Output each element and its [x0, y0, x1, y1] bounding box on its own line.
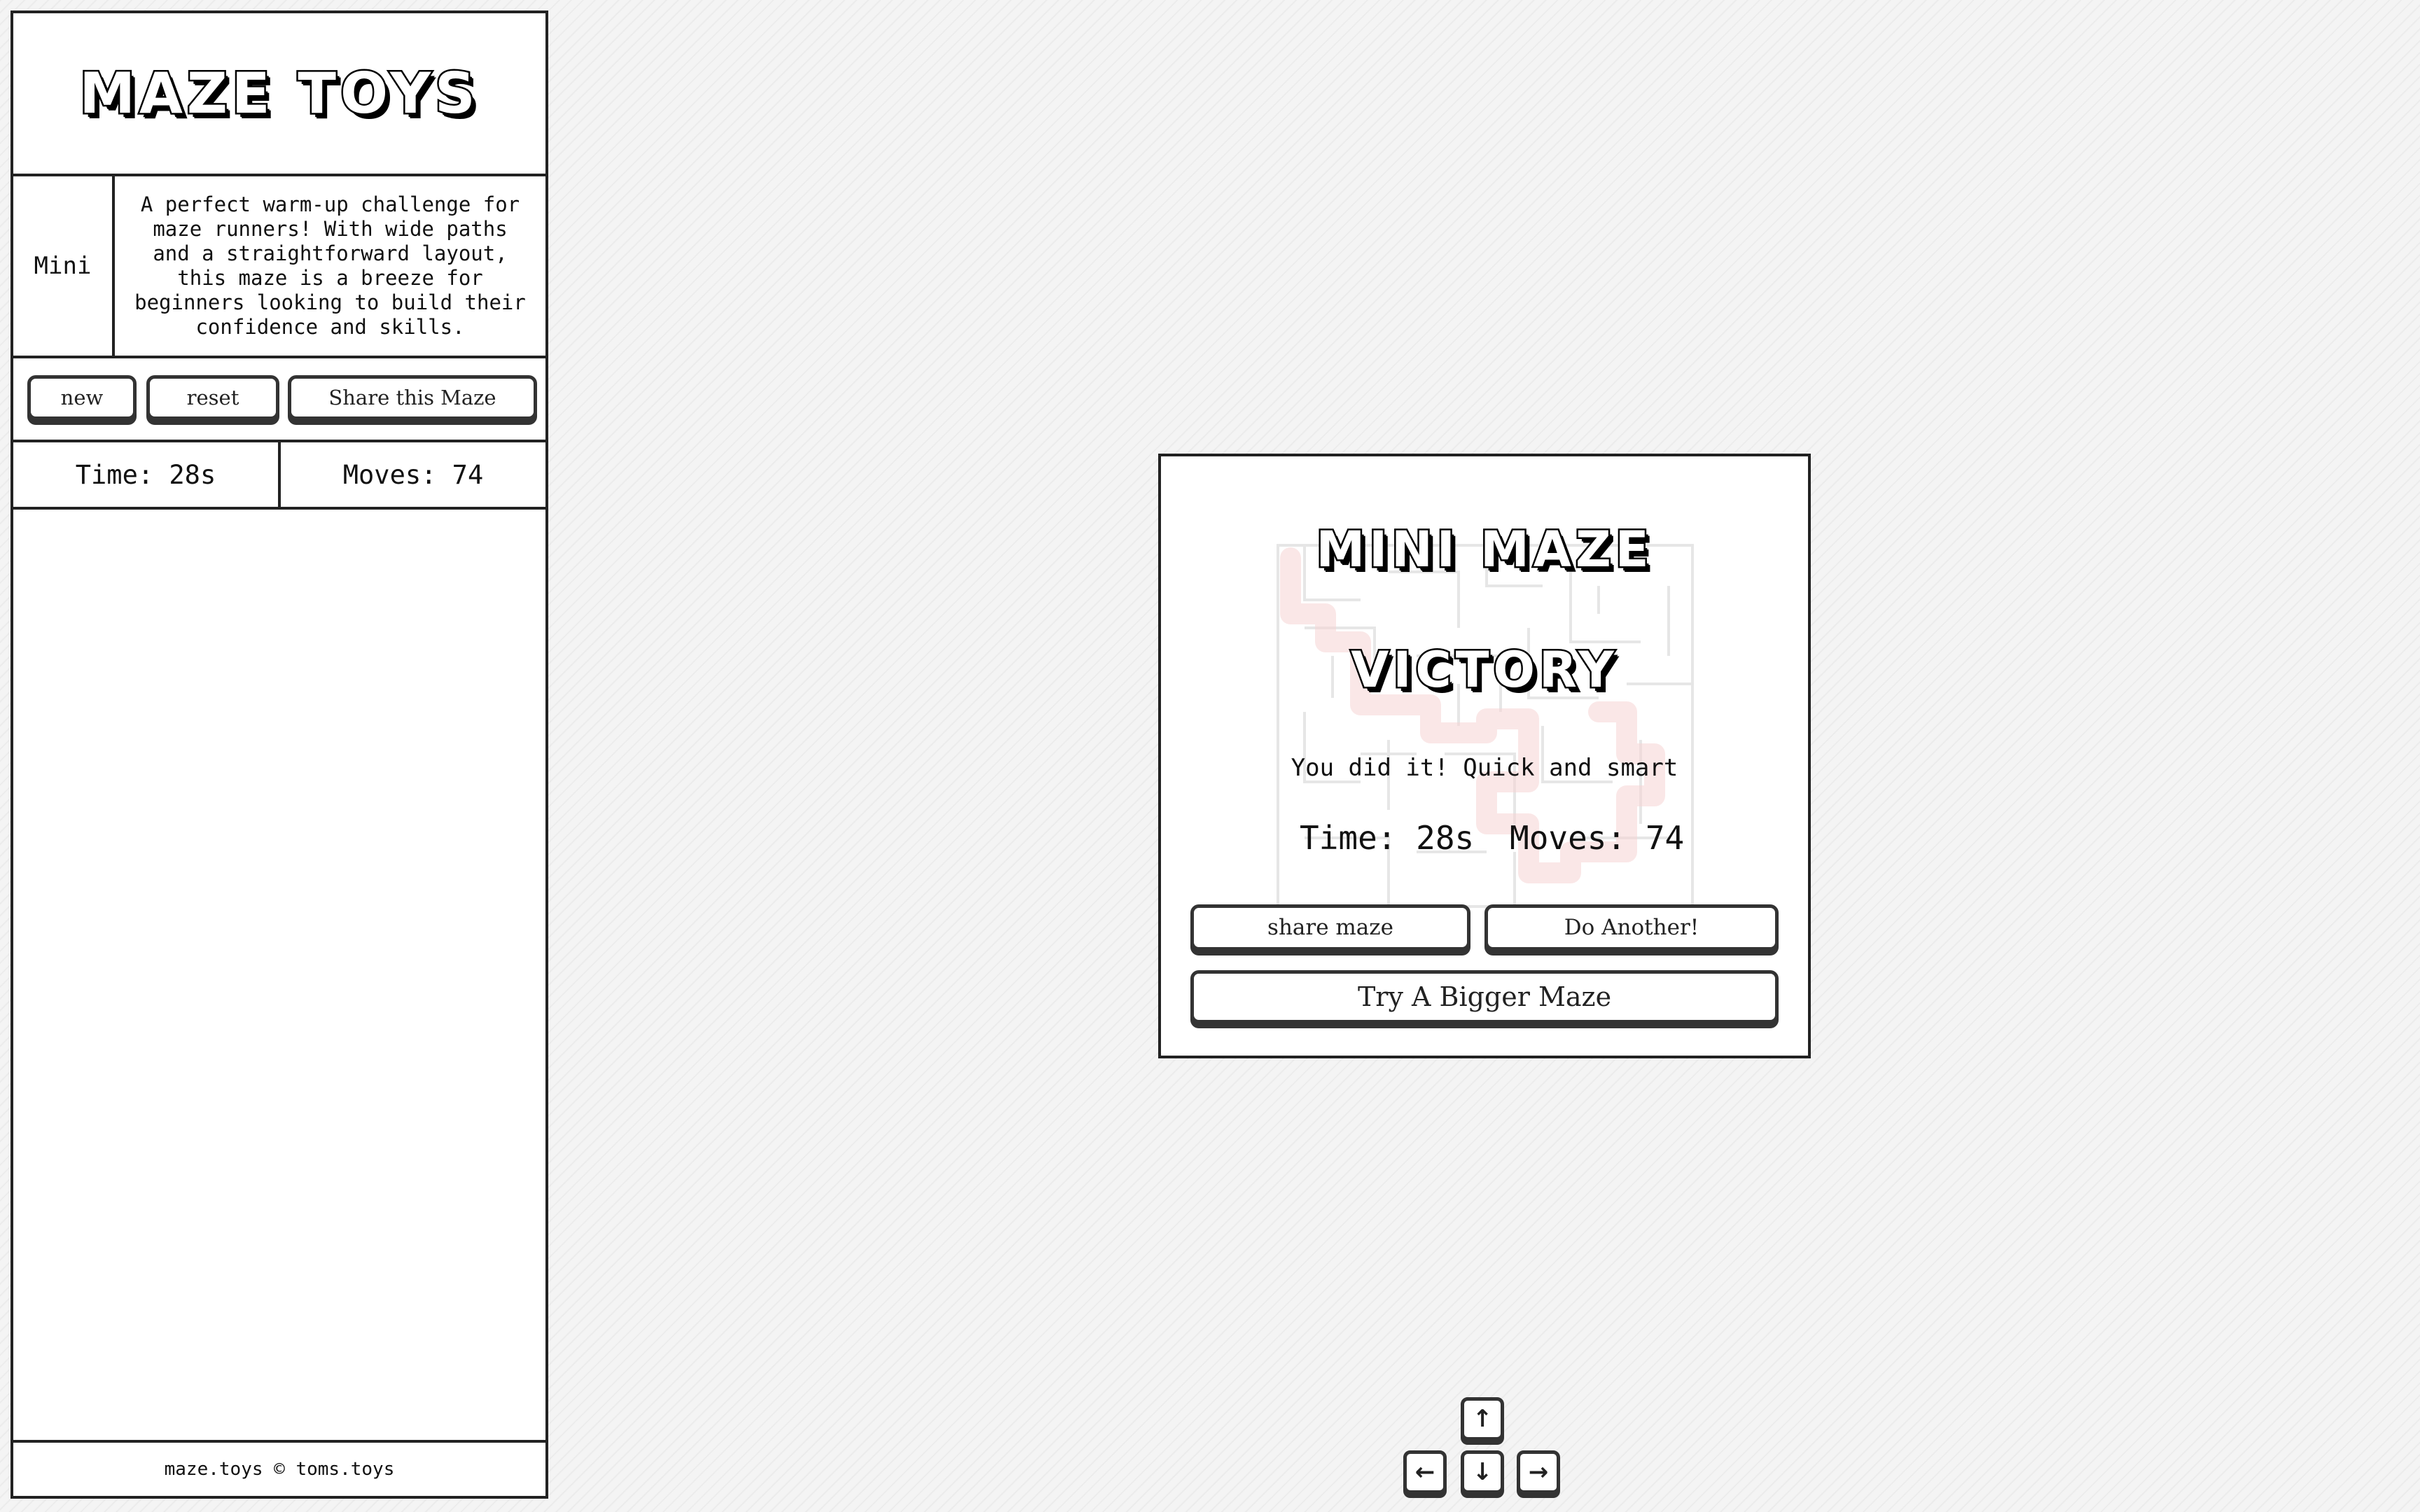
control-buttons: new reset Share this Maze: [13, 358, 545, 442]
do-another-button[interactable]: Do Another!: [1484, 904, 1779, 951]
level-info: Mini A perfect warm-up challenge for maz…: [13, 176, 545, 358]
arrow-down-key[interactable]: ↓: [1461, 1450, 1504, 1494]
level-description: A perfect warm-up challenge for maze run…: [134, 192, 526, 339]
sidebar: MAZE TOYS Mini A perfect warm-up challen…: [11, 10, 548, 1499]
site-logo[interactable]: MAZE TOYS: [78, 59, 479, 128]
moves-counter: Moves: 74: [342, 459, 484, 490]
victory-title: VICTORY: [1349, 640, 1618, 701]
victory-moves: Moves: 74: [1510, 819, 1685, 857]
victory-message: You did it! Quick and smart: [1291, 754, 1678, 782]
new-button[interactable]: new: [27, 375, 137, 420]
reset-button[interactable]: reset: [146, 375, 279, 420]
level-name: Mini: [13, 176, 115, 356]
victory-time: Time: 28s: [1300, 819, 1475, 857]
time-counter: Time: 28s: [13, 442, 281, 507]
arrow-left-key[interactable]: ←: [1403, 1450, 1447, 1494]
stats-row: Time: 28s Moves: 74: [13, 442, 545, 510]
arrow-right-key[interactable]: →: [1517, 1450, 1560, 1494]
share-maze-button[interactable]: share maze: [1190, 904, 1470, 951]
victory-title-level: MINI MAZE: [1314, 519, 1653, 580]
arrow-up-key[interactable]: ↑: [1461, 1397, 1504, 1441]
share-maze-button[interactable]: Share this Maze: [288, 375, 537, 420]
victory-dialog: MINI MAZE VICTORY You did it! Quick and …: [1158, 454, 1811, 1058]
logo-area: MAZE TOYS: [13, 13, 545, 176]
footer-credit[interactable]: maze.toys © toms.toys: [13, 1440, 545, 1496]
bigger-maze-button[interactable]: Try A Bigger Maze: [1190, 970, 1779, 1023]
